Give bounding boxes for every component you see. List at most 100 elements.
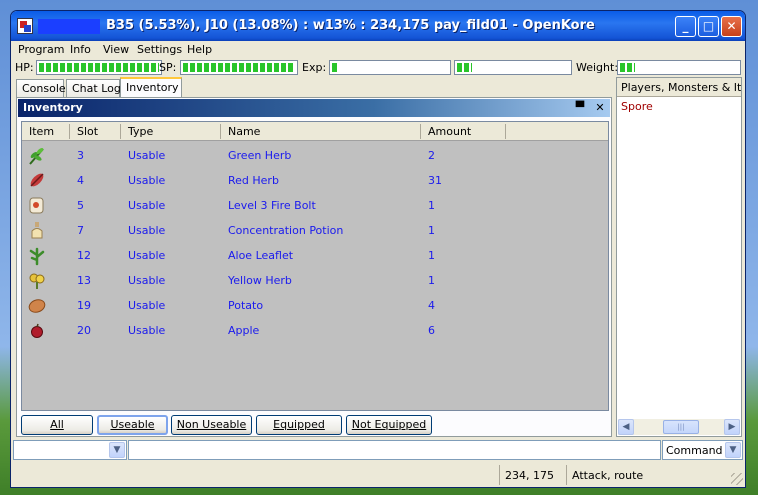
item-amount: 6 [428,324,435,337]
history-combo[interactable]: ▼ [13,440,127,460]
hp-bar [36,60,162,75]
command-mode-select[interactable]: Command ▼ [662,440,743,460]
base-exp-bar [329,60,451,75]
sp-bar [180,60,298,75]
item-name: Level 3 Fire Bolt [228,199,316,212]
resize-grip[interactable] [731,473,743,485]
item-type: Usable [128,299,166,312]
tab-console[interactable]: Console [16,79,66,97]
column-separator[interactable] [505,124,506,139]
base-exp-bar-fill [332,63,339,72]
filter-non-useable-button[interactable]: Non Useable [171,415,252,435]
item-name: Aloe Leaflet [228,249,294,262]
window-title: B35 (5.53%), J10 (13.08%) : w13% : 234,1… [106,18,595,33]
filter-buttons: All Useable Non Useable Equipped Not Equ… [17,414,611,438]
table-row[interactable]: 19 Usable Potato 4 [22,293,608,318]
menu-help[interactable]: Help [187,43,212,56]
table-row[interactable]: 5 Usable Level 3 Fire Bolt 1 [22,193,608,218]
item-amount: 1 [428,249,435,262]
item-amount: 4 [428,299,435,312]
close-button[interactable]: ✕ [721,16,742,37]
float-panel-icon[interactable]: ▀ [573,101,587,114]
item-slot: 12 [77,249,91,262]
inventory-list[interactable]: Item Slot Type Name Amount 3 Usable Gree… [21,121,609,411]
command-mode-value: Command [666,444,723,457]
title-bar[interactable]: B35 (5.53%), J10 (13.08%) : w13% : 234,1… [11,11,745,41]
tab-chat-log[interactable]: Chat Log [66,79,121,97]
table-row[interactable]: 3 Usable Green Herb 2 [22,143,608,168]
fire-bolt-scroll-icon [29,197,44,214]
column-slot[interactable]: Slot [77,125,98,138]
item-amount: 1 [428,274,435,287]
item-slot: 7 [77,224,84,237]
menu-info[interactable]: Info [70,43,91,56]
menu-program[interactable]: Program [18,43,64,56]
item-type: Usable [128,324,166,337]
minimize-button[interactable]: _ [675,16,696,37]
maximize-button[interactable]: □ [698,16,719,37]
scroll-right-icon[interactable]: ▶ [724,419,740,435]
exp-label: Exp: [302,61,327,74]
filter-all-button[interactable]: All [21,415,93,435]
column-separator[interactable] [220,124,221,139]
character-name-redacted [38,19,100,34]
yellow-herb-icon [29,273,45,289]
potato-icon [28,299,46,313]
weight-label: Weight: [576,61,619,74]
table-row[interactable]: 20 Usable Apple 6 [22,318,608,343]
item-type: Usable [128,149,166,162]
item-slot: 4 [77,174,84,187]
item-type: Usable [128,274,166,287]
table-row[interactable]: 4 Usable Red Herb 31 [22,168,608,193]
chevron-down-icon[interactable]: ▼ [109,442,125,458]
menu-settings[interactable]: Settings [137,43,182,56]
scroll-thumb[interactable]: ||| [663,420,699,434]
scroll-left-icon[interactable]: ◀ [618,419,634,435]
openkore-app-icon[interactable] [17,18,33,34]
command-row: ▼ Command ▼ [11,439,745,461]
item-name: Concentration Potion [228,224,344,237]
column-separator[interactable] [120,124,121,139]
green-herb-icon [29,148,44,165]
job-exp-bar-fill [457,63,472,72]
tab-inventory[interactable]: Inventory [120,77,182,98]
table-row[interactable]: 13 Usable Yellow Herb 1 [22,268,608,293]
red-herb-icon [30,173,44,187]
item-slot: 5 [77,199,84,212]
filter-useable-button[interactable]: Useable [97,415,168,435]
monster-item-spore[interactable]: Spore [621,100,653,113]
menu-view[interactable]: View [103,43,129,56]
item-slot: 20 [77,324,91,337]
status-coordinates: 234, 175 [499,465,566,485]
chevron-down-icon[interactable]: ▼ [725,442,741,458]
inventory-title: Inventory [23,101,83,114]
item-name: Apple [228,324,260,337]
column-separator[interactable] [69,124,70,139]
column-type[interactable]: Type [128,125,153,138]
item-type: Usable [128,174,166,187]
table-row[interactable]: 7 Usable Concentration Potion 1 [22,218,608,243]
item-amount: 1 [428,199,435,212]
column-name[interactable]: Name [228,125,260,138]
side-horizontal-scrollbar[interactable]: ◀ ||| ▶ [618,419,740,435]
command-input[interactable] [128,440,661,460]
item-amount: 2 [428,149,435,162]
side-panel-header[interactable]: Players, Monsters & Items [617,78,741,97]
item-type: Usable [128,199,166,212]
potion-icon [31,222,43,239]
item-amount: 1 [428,224,435,237]
menu-bar: Program Info View Settings Help [11,41,745,59]
openkore-window: B35 (5.53%), J10 (13.08%) : w13% : 234,1… [10,10,746,488]
sp-bar-fill [183,63,295,72]
item-slot: 3 [77,149,84,162]
table-row[interactable]: 12 Usable Aloe Leaflet 1 [22,243,608,268]
sp-label: SP: [159,61,177,74]
filter-not-equipped-button[interactable]: Not Equipped [346,415,432,435]
item-name: Potato [228,299,264,312]
column-amount[interactable]: Amount [428,125,471,138]
filter-equipped-button[interactable]: Equipped [256,415,342,435]
close-panel-icon[interactable]: ✕ [593,101,607,114]
column-item[interactable]: Item [29,125,54,138]
column-separator[interactable] [420,124,421,139]
job-exp-bar [454,60,572,75]
